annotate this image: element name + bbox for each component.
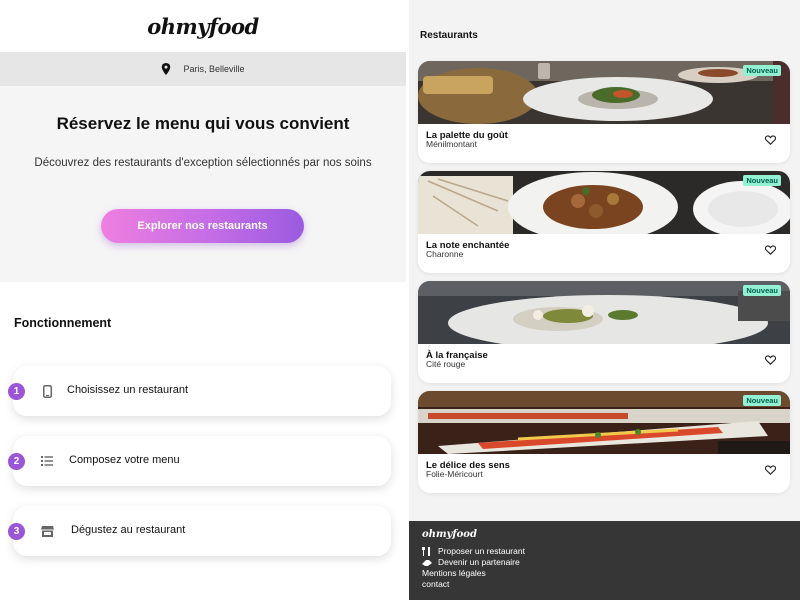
- heart-icon[interactable]: [765, 135, 776, 145]
- new-badge: Nouveau: [743, 65, 781, 76]
- home-panel: ohmyfood Paris, Belleville Réservez le m…: [0, 0, 406, 600]
- map-marker-icon: [162, 63, 171, 75]
- hero-subtitle: Découvrez des restaurants d'exception sé…: [34, 157, 372, 169]
- restaurant-photo: [418, 171, 790, 234]
- step-card-1: 1 Choisissez un restaurant: [8, 366, 391, 416]
- utensils-icon: [422, 546, 430, 556]
- hero-title: Réservez le menu qui vous convient: [56, 114, 350, 133]
- restaurant-photo: [418, 281, 790, 344]
- mobile-phone-icon: [40, 383, 54, 399]
- footer-link-label: Devenir un partenaire: [438, 557, 520, 567]
- step-label: Composez votre menu: [69, 454, 180, 466]
- location-text: Paris, Belleville: [183, 64, 245, 74]
- heart-icon[interactable]: [765, 245, 776, 255]
- restaurant-area: Ménilmontant: [426, 139, 478, 149]
- step-card-2: 2 Composez votre menu: [8, 436, 391, 486]
- header: ohmyfood: [0, 0, 406, 52]
- restaurants-panel: Restaurants Nouveau La palette du goût M…: [409, 0, 800, 600]
- footer-link-label: contact: [422, 579, 450, 589]
- new-badge: Nouveau: [743, 395, 781, 406]
- heart-icon[interactable]: [765, 465, 776, 475]
- how-it-works-title: Fonctionnement: [14, 316, 112, 330]
- footer-link-label: Mentions légales: [422, 568, 486, 578]
- location-bar: Paris, Belleville: [0, 52, 406, 86]
- step-number: 3: [8, 523, 25, 540]
- restaurants-title: Restaurants: [420, 30, 478, 41]
- footer-link-legal[interactable]: Mentions légales: [422, 568, 486, 578]
- restaurant-area: Folie-Méricourt: [426, 469, 483, 479]
- restaurant-card-2[interactable]: Nouveau La note enchantée Charonne: [418, 171, 790, 273]
- footer-link-label: Proposer un restaurant: [438, 546, 525, 556]
- footer-logo[interactable]: ohmyfood: [422, 529, 477, 540]
- handshake-icon: [422, 559, 432, 566]
- footer-link-become-partner[interactable]: Devenir un partenaire: [422, 557, 520, 567]
- step-number: 1: [8, 383, 25, 400]
- step-number: 2: [8, 453, 25, 470]
- restaurant-card-4[interactable]: Nouveau Le délice des sens Folie-Méricou…: [418, 391, 790, 493]
- footer-link-contact[interactable]: contact: [422, 579, 449, 589]
- footer: ohmyfood Proposer un restaurant Devenir …: [409, 521, 800, 600]
- heart-icon[interactable]: [765, 355, 776, 365]
- footer-link-propose-restaurant[interactable]: Proposer un restaurant: [422, 546, 525, 556]
- restaurant-area: Cité rouge: [426, 359, 466, 369]
- hero-section: Réservez le menu qui vous convient Décou…: [0, 86, 406, 282]
- restaurant-photo: [418, 391, 790, 454]
- restaurant-area: Charonne: [426, 249, 464, 259]
- restaurant-card-3[interactable]: Nouveau À la française Cité rouge: [418, 281, 790, 383]
- new-badge: Nouveau: [743, 285, 781, 296]
- store-icon: [40, 523, 54, 539]
- list-icon: [40, 453, 54, 469]
- restaurant-photo: [418, 61, 790, 124]
- logo[interactable]: ohmyfood: [147, 14, 259, 39]
- new-badge: Nouveau: [743, 175, 781, 186]
- explore-restaurants-button[interactable]: Explorer nos restaurants: [101, 209, 304, 243]
- step-card-3: 3 Dégustez au restaurant: [8, 506, 391, 556]
- restaurant-card-1[interactable]: Nouveau La palette du goût Ménilmontant: [418, 61, 790, 163]
- step-label: Choisissez un restaurant: [67, 384, 189, 396]
- step-label: Dégustez au restaurant: [71, 524, 186, 536]
